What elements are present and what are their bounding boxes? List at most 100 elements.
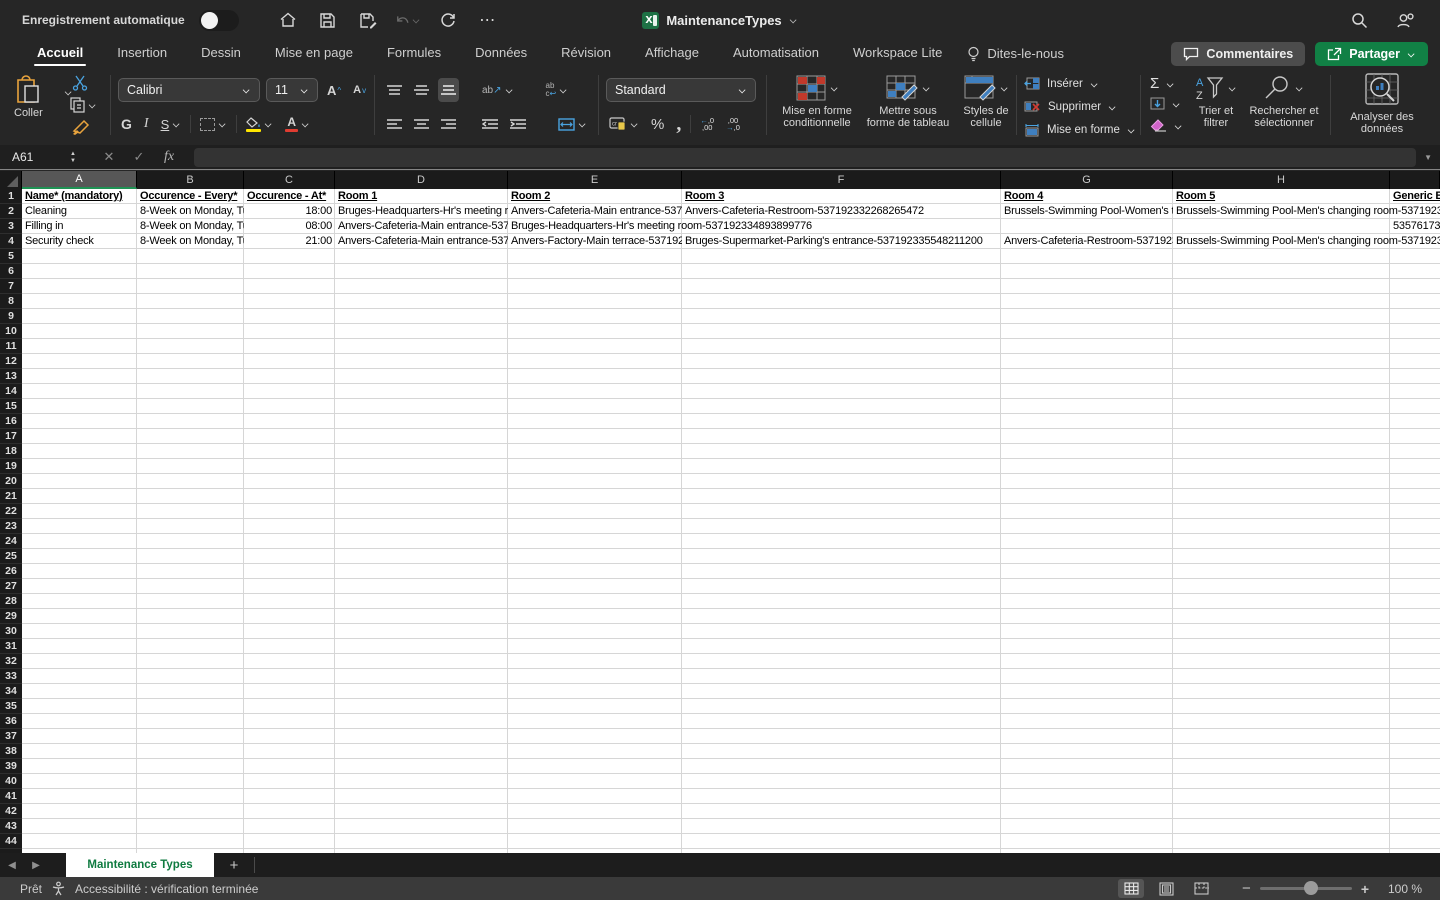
row-header-8[interactable]: 8: [0, 294, 22, 309]
comments-button[interactable]: Commentaires: [1171, 41, 1306, 66]
row-header-40[interactable]: 40: [0, 774, 22, 789]
row-header-42[interactable]: 42: [0, 804, 22, 819]
normal-view-icon[interactable]: [1118, 879, 1145, 898]
row-header-4[interactable]: 4: [0, 234, 22, 249]
cell-D1[interactable]: Room 1: [335, 189, 508, 204]
cell-C3[interactable]: 08:00: [244, 219, 335, 234]
cell-E4[interactable]: Anvers-Factory-Main terrace-5371923: [508, 234, 682, 249]
col-header-A[interactable]: A: [22, 171, 137, 189]
add-sheet-button[interactable]: +: [214, 857, 254, 874]
format-cells-button[interactable]: Mise en forme: [1024, 123, 1136, 137]
row-header-19[interactable]: 19: [0, 459, 22, 474]
align-center-icon[interactable]: [411, 112, 432, 136]
comma-style-button[interactable]: ,: [673, 112, 684, 136]
row-header-5[interactable]: 5: [0, 249, 22, 264]
cell-A3[interactable]: Filling in: [22, 219, 66, 234]
save-as-icon[interactable]: [355, 7, 381, 33]
ribbon-tab-accueil[interactable]: Accueil: [20, 41, 100, 67]
cell-G1[interactable]: Room 4: [1001, 189, 1173, 204]
row-header-38[interactable]: 38: [0, 744, 22, 759]
decrease-indent-icon[interactable]: [479, 112, 501, 136]
row-header-39[interactable]: 39: [0, 759, 22, 774]
autosave-toggle[interactable]: [198, 9, 239, 31]
row-header-30[interactable]: 30: [0, 624, 22, 639]
cell-F2[interactable]: Anvers-Cafeteria-Restroom-53719233226826…: [682, 204, 927, 219]
align-left-icon[interactable]: [384, 112, 405, 136]
row-header-24[interactable]: 24: [0, 534, 22, 549]
cell-C2[interactable]: 18:00: [244, 204, 335, 219]
increase-font-icon[interactable]: A ^: [324, 78, 344, 102]
row-header-35[interactable]: 35: [0, 699, 22, 714]
sort-filter-button[interactable]: AZ Trier et filtrer: [1188, 75, 1244, 129]
cell-A2[interactable]: Cleaning: [22, 204, 70, 219]
cell-A4[interactable]: Security check: [22, 234, 97, 249]
row-header-31[interactable]: 31: [0, 639, 22, 654]
delete-cells-button[interactable]: Supprimer: [1024, 100, 1117, 113]
orientation-button[interactable]: ab↗: [479, 78, 517, 102]
zoom-slider-thumb[interactable]: [1303, 881, 1318, 895]
row-header-23[interactable]: 23: [0, 519, 22, 534]
align-right-icon[interactable]: [438, 112, 459, 136]
zoom-slider[interactable]: [1259, 881, 1352, 895]
cell-F4[interactable]: Bruges-Supermarket-Parking's entrance-53…: [682, 234, 986, 249]
save-icon[interactable]: [315, 7, 341, 33]
cell-F1[interactable]: Room 3: [682, 189, 1001, 204]
zoom-out-button[interactable]: −: [1242, 880, 1251, 897]
cell-I1[interactable]: Generic Eq: [1390, 189, 1440, 204]
ribbon-tab-formules[interactable]: Formules: [370, 41, 458, 67]
autosum-button[interactable]: Σ: [1150, 75, 1175, 92]
conditional-formatting-button[interactable]: Mise en forme conditionnelle: [774, 75, 860, 129]
row-header-11[interactable]: 11: [0, 339, 22, 354]
increase-decimal-icon[interactable]: ←,0 ,00: [697, 112, 717, 136]
row-header-3[interactable]: 3: [0, 219, 22, 234]
row-header-25[interactable]: 25: [0, 549, 22, 564]
cell-C4[interactable]: 21:00: [244, 234, 335, 249]
cell-H4[interactable]: Brussels-Swimming Pool-Men's changing ro…: [1173, 234, 1440, 249]
number-format-select[interactable]: Standard: [606, 78, 756, 102]
row-header-34[interactable]: 34: [0, 684, 22, 699]
bold-button[interactable]: G: [118, 112, 135, 136]
ribbon-tab-dessin[interactable]: Dessin: [184, 41, 258, 67]
cell-H2[interactable]: Brussels-Swimming Pool-Men's changing ro…: [1173, 204, 1440, 219]
ribbon-tab-insertion[interactable]: Insertion: [100, 41, 184, 67]
cell-E1[interactable]: Room 2: [508, 189, 682, 204]
cell-C1[interactable]: Occurence - At*: [244, 189, 335, 204]
more-commands-icon[interactable]: ⋯: [475, 7, 501, 33]
name-box-spinner[interactable]: ▲ ▼: [66, 151, 80, 164]
zoom-in-button[interactable]: +: [1361, 881, 1369, 897]
row-header-1[interactable]: 1: [0, 189, 22, 204]
cells-area[interactable]: Name* (mandatory) Occurence - Every* Occur…: [22, 189, 1440, 853]
cell-E3[interactable]: Bruges-Headquarters-Hr's meeting room-53…: [508, 219, 815, 234]
row-header-7[interactable]: 7: [0, 279, 22, 294]
row-header-21[interactable]: 21: [0, 489, 22, 504]
row-header-41[interactable]: 41: [0, 789, 22, 804]
cell-D3[interactable]: Anvers-Cafeteria-Main entrance-53719: [335, 219, 508, 234]
sheet-next-icon[interactable]: ▶: [24, 860, 48, 871]
account-icon[interactable]: [1392, 7, 1418, 33]
row-header-9[interactable]: 9: [0, 309, 22, 324]
row-header-44[interactable]: 44: [0, 834, 22, 849]
accounting-format-button[interactable]: cr: [606, 112, 642, 136]
fill-color-button[interactable]: [243, 112, 276, 136]
page-break-view-icon[interactable]: [1188, 879, 1214, 898]
col-header-H[interactable]: H: [1173, 171, 1390, 189]
row-header-29[interactable]: 29: [0, 609, 22, 624]
italic-button[interactable]: I: [141, 112, 152, 136]
cell-B2[interactable]: 8-Week on Monday, Tue: [137, 204, 244, 219]
row-header-36[interactable]: 36: [0, 714, 22, 729]
format-as-table-button[interactable]: Mettre sous forme de tableau: [864, 75, 952, 129]
col-header-D[interactable]: D: [335, 171, 508, 189]
name-box[interactable]: A61: [0, 150, 66, 164]
align-top-icon[interactable]: [384, 78, 405, 102]
align-middle-icon[interactable]: [411, 78, 432, 102]
redo-icon[interactable]: [435, 7, 461, 33]
cell-H1[interactable]: Room 5: [1173, 189, 1390, 204]
ribbon-tab-r-vision[interactable]: Révision: [544, 41, 628, 67]
row-header-15[interactable]: 15: [0, 399, 22, 414]
col-header-C[interactable]: C: [244, 171, 335, 189]
clear-button[interactable]: [1150, 119, 1183, 132]
col-header-F[interactable]: F: [682, 171, 1001, 189]
title-chevron-icon[interactable]: [790, 18, 797, 23]
cell-A1[interactable]: Name* (mandatory): [22, 189, 137, 204]
ribbon-tab-automatisation[interactable]: Automatisation: [716, 41, 836, 67]
